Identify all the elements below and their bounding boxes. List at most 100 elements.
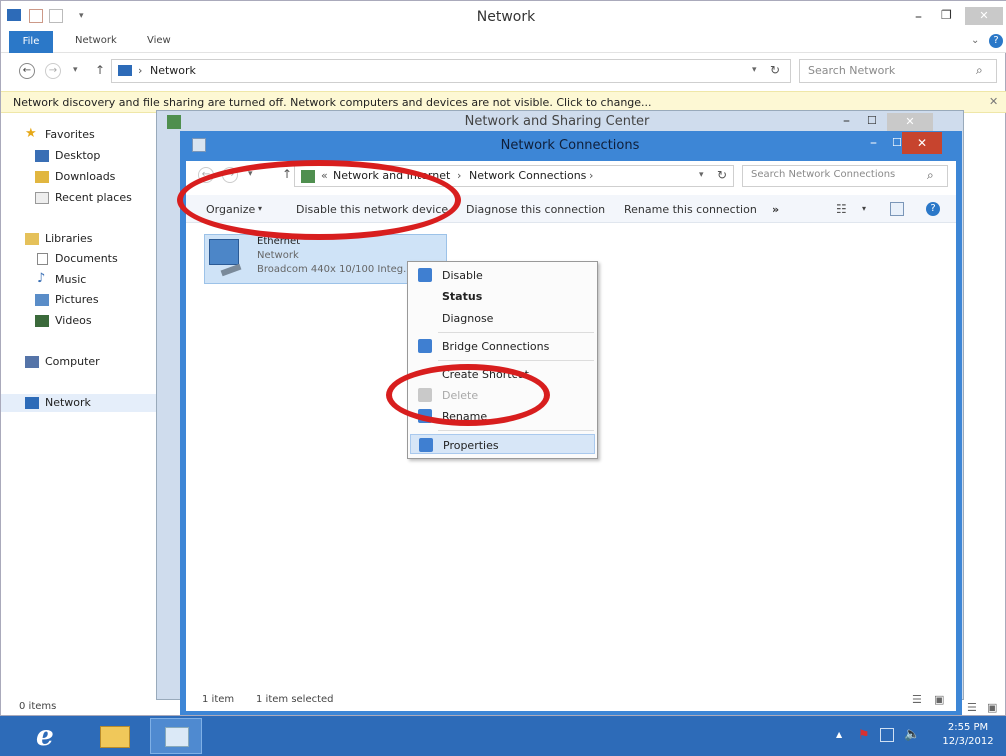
minimize-icon[interactable]: – [915, 9, 922, 25]
maximize-icon[interactable]: ☐ [867, 114, 877, 127]
shield-icon [419, 438, 433, 452]
network-icon [25, 397, 39, 409]
change-view-icon[interactable]: ☷ [836, 202, 847, 216]
help-icon[interactable]: ? [989, 34, 1003, 48]
menu-item-label: Status [442, 290, 483, 303]
navigation-pane: ★ Favorites Desktop Downloads Recent pla… [1, 114, 157, 694]
close-icon[interactable]: ✕ [965, 7, 1003, 25]
music-icon: ♪ [37, 271, 46, 286]
connections-search-box[interactable]: Search Network Connections ⌕ [742, 165, 948, 187]
address-bar[interactable]: › Network ▾ ↻ [111, 59, 791, 83]
menu-item-label: Diagnose [442, 312, 494, 325]
volume-icon[interactable]: 🔈 [904, 727, 920, 742]
nav-computer[interactable]: Computer [1, 353, 157, 371]
recent-dropdown-icon[interactable]: ▾ [73, 65, 78, 75]
address-dropdown-icon[interactable]: ▾ [752, 65, 757, 75]
show-hidden-icons-icon[interactable]: ▲ [836, 730, 842, 739]
nav-documents[interactable]: Documents [1, 250, 157, 268]
back-icon[interactable]: ← [19, 63, 35, 79]
search-box[interactable]: Search Network ⌕ [799, 59, 997, 83]
clock[interactable]: 2:55 PM 12/3/2012 [938, 721, 998, 749]
file-tab[interactable]: File [9, 31, 53, 53]
address-crumb-current[interactable]: Network Connections [469, 169, 586, 182]
menu-item-disable[interactable]: Disable [410, 265, 595, 285]
network-connections-title: Network Connections [500, 138, 640, 153]
network-connections-icon [192, 138, 206, 152]
nav-label: Downloads [55, 170, 116, 183]
star-icon: ★ [25, 126, 37, 141]
address-separator: › [457, 169, 462, 182]
sharing-center-title: Network and Sharing Center [464, 114, 650, 129]
sharing-center-title-bar: Network and Sharing Center – ☐ ✕ [157, 111, 965, 133]
nav-network[interactable]: Network [1, 394, 157, 412]
tab-view[interactable]: View [147, 35, 171, 46]
search-icon[interactable]: ⌕ [976, 63, 983, 78]
quick-access-icon[interactable] [29, 9, 43, 23]
item-count: 1 item [202, 694, 235, 705]
tab-network[interactable]: Network [75, 35, 117, 46]
details-view-icon[interactable]: ☰ [967, 701, 977, 714]
info-bar-text[interactable]: Network discovery and file sharing are t… [13, 96, 652, 109]
diagnose-connection-button[interactable]: Diagnose this connection [466, 203, 605, 216]
address-crumb[interactable]: Network [150, 64, 196, 77]
nav-label: Libraries [45, 232, 93, 245]
nav-label: Videos [55, 314, 92, 327]
taskbar: e ▲ ⚑ 🔈 2:55 PM 12/3/2012 [0, 716, 1006, 756]
up-icon[interactable]: ↑ [95, 63, 105, 77]
sharing-center-icon [167, 115, 181, 129]
internet-explorer-button[interactable]: e [22, 718, 74, 754]
refresh-icon[interactable]: ↻ [717, 168, 727, 182]
large-icons-view-icon[interactable]: ▣ [987, 701, 997, 714]
nav-music[interactable]: ♪ Music [1, 271, 157, 289]
item-count: 0 items [19, 701, 57, 712]
close-icon[interactable]: ✕ [887, 113, 933, 131]
connections-status-bar: 1 item 1 item selected ☰ ▣ [186, 691, 956, 711]
nav-videos[interactable]: Videos [1, 312, 157, 330]
desktop-icon [35, 150, 49, 162]
menu-item-properties[interactable]: Properties [410, 434, 595, 454]
expand-ribbon-icon[interactable]: ⌄ [971, 35, 979, 46]
network-location-icon [118, 65, 132, 76]
nav-label: Favorites [45, 128, 95, 141]
quick-access-dropdown-icon[interactable]: ▾ [79, 11, 84, 21]
more-commands-button[interactable]: » [772, 203, 779, 216]
control-panel-icon [165, 727, 189, 747]
nav-favorites[interactable]: ★ Favorites [1, 126, 157, 144]
minimize-icon[interactable]: – [870, 135, 877, 151]
connection-status: Network [257, 250, 299, 261]
nav-downloads[interactable]: Downloads [1, 168, 157, 186]
maximize-icon[interactable]: ☐ [892, 136, 902, 149]
minimize-icon[interactable]: – [843, 113, 850, 129]
address-separator: › [138, 64, 143, 77]
menu-item-bridge[interactable]: Bridge Connections [410, 336, 595, 356]
recent-places-icon [35, 192, 49, 204]
nav-desktop[interactable]: Desktop [1, 147, 157, 165]
help-icon[interactable]: ? [926, 202, 940, 216]
title-bar: ▾ Network – ❐ ✕ [1, 1, 1006, 31]
rename-connection-button[interactable]: Rename this connection [624, 203, 757, 216]
close-icon[interactable]: ✕ [902, 132, 942, 154]
nav-recent-places[interactable]: Recent places [1, 189, 157, 207]
nav-pictures[interactable]: Pictures [1, 291, 157, 309]
maximize-icon[interactable]: ❐ [941, 8, 952, 22]
refresh-icon[interactable]: ↻ [770, 63, 780, 77]
info-bar-close-icon[interactable]: ✕ [989, 95, 998, 108]
address-dropdown-icon[interactable]: ▾ [699, 170, 704, 180]
preview-pane-icon[interactable] [890, 202, 904, 216]
nav-label: Recent places [55, 191, 132, 204]
file-explorer-button[interactable] [88, 718, 140, 754]
search-icon[interactable]: ⌕ [927, 168, 934, 183]
ribbon: File Network View ⌄ ? [1, 31, 1006, 53]
large-icons-view-icon[interactable]: ▣ [934, 693, 944, 706]
action-center-flag-icon[interactable]: ⚑ [858, 728, 870, 743]
network-tray-icon[interactable] [880, 728, 894, 742]
menu-item-diagnose[interactable]: Diagnose [410, 308, 595, 328]
network-connections-title-bar: Network Connections – ☐ ✕ [180, 131, 962, 159]
view-dropdown-icon[interactable]: ▾ [862, 204, 866, 213]
details-view-icon[interactable]: ☰ [912, 693, 922, 706]
menu-item-status[interactable]: Status [410, 286, 595, 306]
nav-libraries[interactable]: Libraries [1, 230, 157, 248]
quick-access-icon-2[interactable] [49, 9, 63, 23]
control-panel-button[interactable] [150, 718, 202, 754]
forward-icon[interactable]: → [45, 63, 61, 79]
